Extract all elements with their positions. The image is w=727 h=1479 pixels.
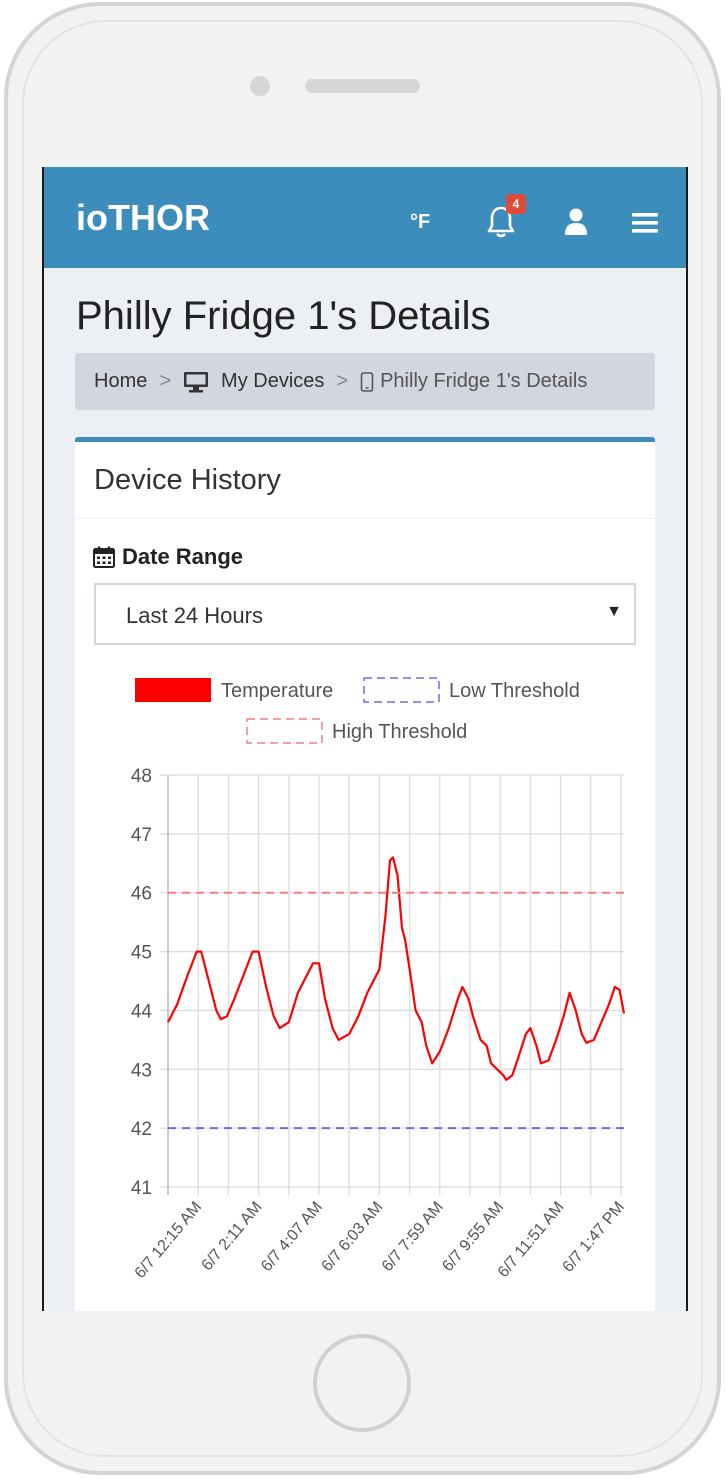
breadcrumb-current: Philly Fridge 1's Details <box>360 370 587 393</box>
notification-badge: 4 <box>506 194 526 214</box>
x-tick-label: 6/7 12:15 AM <box>132 1199 206 1282</box>
temperature-unit-toggle[interactable]: °F <box>410 211 430 234</box>
x-tick-label: 6/7 1:47 PM <box>560 1199 628 1276</box>
x-tick-label: 6/7 2:11 AM <box>199 1199 266 1274</box>
y-tick-label: 41 <box>131 1178 152 1199</box>
menu-icon[interactable] <box>632 212 658 234</box>
device-history-card: Device History Date Range Last 24 Hours … <box>75 437 655 1311</box>
legend-swatch-low-threshold <box>363 677 440 703</box>
legend-label: Temperature <box>221 680 333 702</box>
breadcrumb-current-label: Philly Fridge 1's Details <box>380 370 588 392</box>
y-tick-label: 48 <box>131 766 152 787</box>
temperature-chart: 41424344454647486/7 12:15 AM6/7 2:11 AM6… <box>131 677 628 1282</box>
x-tick-label: 6/7 7:59 AM <box>379 1199 447 1275</box>
breadcrumb-home[interactable]: Home <box>94 370 147 393</box>
x-tick-label: 6/7 9:55 AM <box>439 1199 507 1275</box>
earpiece-speaker <box>305 79 420 93</box>
home-button[interactable] <box>313 1334 411 1432</box>
app-screen: ioTHOR °F 4 Philly Fridge 1's Details Ho… <box>42 167 688 1311</box>
y-tick-label: 45 <box>131 943 152 964</box>
x-tick-label: 6/7 6:03 AM <box>319 1199 387 1275</box>
breadcrumb-my-devices-label: My Devices <box>221 370 325 392</box>
y-tick-label: 47 <box>131 825 152 846</box>
y-tick-label: 42 <box>131 1119 152 1140</box>
y-tick-label: 43 <box>131 1060 152 1081</box>
breadcrumb: Home > My Devices > Philly Fridge 1's De… <box>75 353 655 410</box>
temperature-series-line <box>167 856 626 1081</box>
page-title: Philly Fridge 1's Details <box>76 294 491 338</box>
monitor-icon <box>184 371 209 392</box>
y-tick-label: 44 <box>131 1001 153 1022</box>
breadcrumb-my-devices[interactable]: My Devices <box>183 370 324 393</box>
legend-label: Low Threshold <box>449 680 580 702</box>
breadcrumb-separator: > <box>159 370 172 392</box>
user-icon[interactable] <box>564 207 588 237</box>
mobile-icon <box>360 371 374 392</box>
y-tick-label: 46 <box>131 884 152 905</box>
top-navbar: ioTHOR °F 4 <box>44 167 686 268</box>
x-tick-label: 6/7 4:07 AM <box>258 1199 326 1275</box>
logo[interactable]: ioTHOR <box>76 197 210 239</box>
front-camera <box>250 76 270 96</box>
legend-swatch-high-threshold <box>246 718 323 744</box>
breadcrumb-separator: > <box>336 370 349 392</box>
legend-label: High Threshold <box>332 721 467 743</box>
legend-swatch-temperature <box>135 678 211 702</box>
